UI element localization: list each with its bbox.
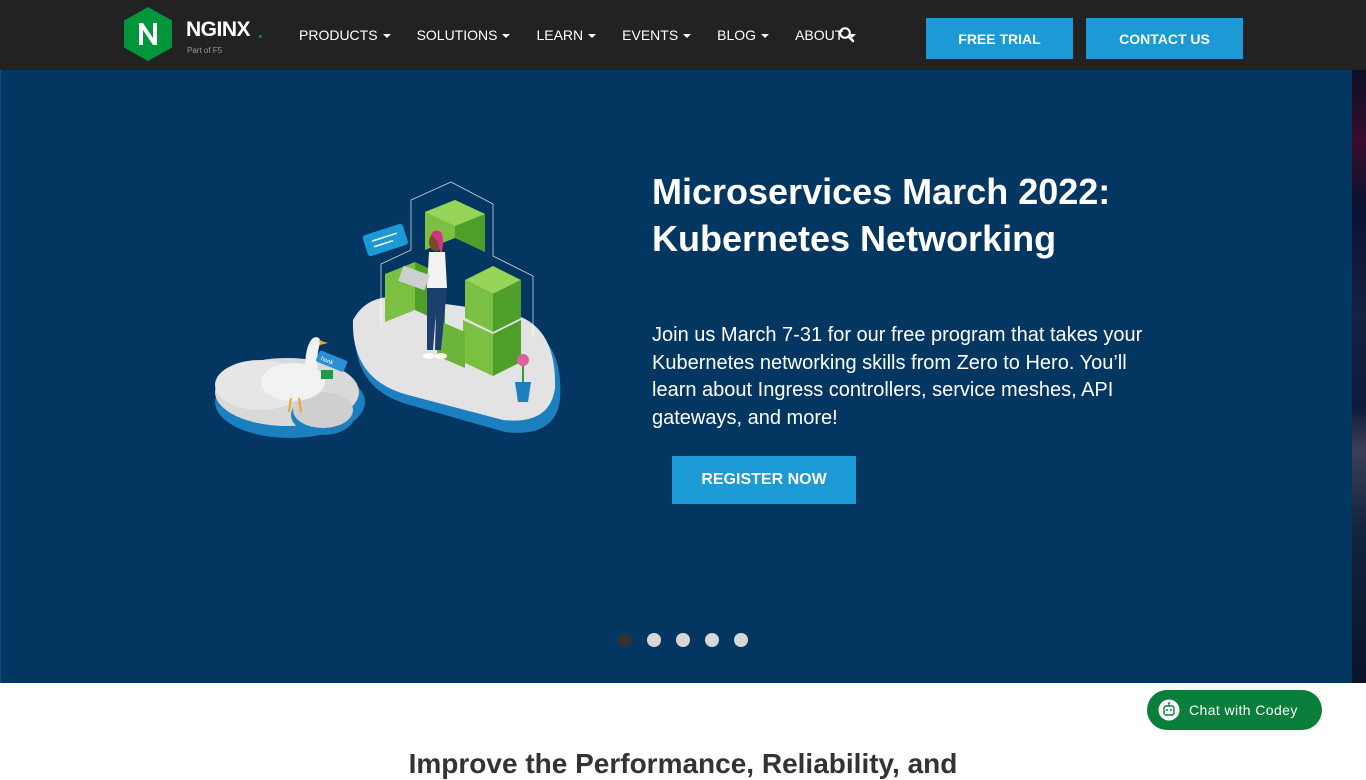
caret-down-icon	[502, 33, 511, 38]
chat-label: Chat with Codey	[1189, 702, 1298, 718]
chat-bot-icon	[1158, 699, 1180, 721]
menu-label: BLOG	[717, 27, 757, 43]
hero-title-line1: Microservices March 2022:	[652, 171, 1111, 212]
menu-events[interactable]: EVENTS	[622, 27, 692, 43]
menu-label: SOLUTIONS	[416, 27, 498, 43]
menu-products[interactable]: PRODUCTS	[299, 27, 391, 43]
logo-tagline: Part of F5	[187, 46, 223, 55]
hero-description: Join us March 7-31 for our free program …	[652, 324, 1143, 429]
register-now-button[interactable]: REGISTER NOW	[672, 456, 856, 504]
kubernetes-illustration: honk	[215, 181, 561, 438]
menu-solutions[interactable]: SOLUTIONS	[417, 27, 511, 43]
contact-us-button[interactable]: CONTACT US	[1086, 18, 1243, 59]
menu-label: LEARN	[536, 27, 584, 43]
carousel-dot-3[interactable]	[676, 633, 690, 647]
free-trial-button[interactable]: FREE TRIAL	[926, 18, 1073, 59]
search-icon[interactable]	[838, 26, 856, 44]
logo-dot	[259, 35, 262, 38]
section-heading: Improve the Performance, Reliability, an…	[408, 748, 958, 779]
carousel-dot-4[interactable]	[705, 633, 719, 647]
nginx-logo[interactable]: NGINX Part of F5	[122, 6, 267, 62]
main-menu: PRODUCTS SOLUTIONS LEARN EVENTS BLOG ABO…	[299, 0, 882, 70]
menu-learn[interactable]: LEARN	[536, 27, 597, 43]
menu-label: ABOUT	[795, 27, 844, 43]
caret-down-icon	[761, 33, 770, 38]
menu-label: PRODUCTS	[299, 27, 378, 43]
menu-blog[interactable]: BLOG	[717, 27, 770, 43]
chat-with-codey-button[interactable]: Chat with Codey	[1147, 690, 1322, 730]
next-slide-peek	[1352, 70, 1366, 683]
menu-label: EVENTS	[622, 27, 679, 43]
carousel-dot-1[interactable]	[618, 633, 632, 647]
carousel-dot-2[interactable]	[647, 633, 661, 647]
nginx-hexagon-icon	[124, 7, 172, 61]
caret-down-icon	[588, 33, 597, 38]
hero-title: Microservices March 2022: Kubernetes Net…	[652, 168, 1212, 262]
logo-wordmark: NGINX	[186, 18, 251, 41]
carousel-dot-5[interactable]	[734, 633, 748, 647]
hero-title-line2: Kubernetes Networking	[652, 218, 1057, 259]
carousel-indicators	[618, 633, 763, 647]
caret-down-icon	[382, 33, 391, 38]
caret-down-icon	[683, 33, 692, 38]
top-navigation-bar: NGINX Part of F5 PRODUCTS SOLUTIONS LEAR…	[0, 0, 1366, 70]
